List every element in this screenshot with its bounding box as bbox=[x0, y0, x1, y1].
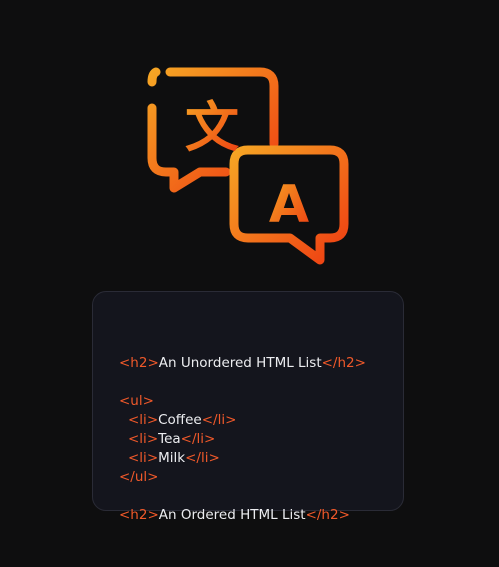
code-line: <li>Milk</li> bbox=[119, 449, 403, 468]
code-text: Milk bbox=[158, 450, 186, 466]
code-line: </ul> bbox=[119, 468, 403, 487]
code-text: An Ordered HTML List bbox=[158, 507, 306, 523]
code-line: <h2>An Ordered HTML List</h2> bbox=[119, 506, 403, 525]
code-block: <h2>An Unordered HTML List</h2> <ul> <li>… bbox=[119, 354, 403, 525]
code-close-tag: </li> bbox=[201, 412, 237, 428]
code-close-tag: </li> bbox=[180, 431, 216, 447]
code-open-tag: <ul> bbox=[119, 393, 154, 409]
code-line: <ul> bbox=[119, 392, 403, 411]
stage: 文 A <h2>An Unordered HTML List</h2> <ul>… bbox=[0, 0, 499, 567]
glyph-bottom: A bbox=[269, 175, 309, 235]
code-close-tag: </li> bbox=[185, 450, 220, 466]
code-open-tag: <li> bbox=[128, 412, 159, 428]
code-close-tag: </h2> bbox=[305, 507, 350, 523]
code-text: An Unordered HTML List bbox=[158, 355, 322, 371]
code-open-tag: <li> bbox=[128, 431, 159, 447]
code-card: <h2>An Unordered HTML List</h2> <ul> <li>… bbox=[92, 291, 404, 523]
code-text: Coffee bbox=[158, 412, 202, 428]
code-close-tag: </h2> bbox=[321, 355, 366, 371]
code-line: <li>Coffee</li> bbox=[119, 411, 403, 430]
code-open-tag: </ul> bbox=[119, 469, 159, 485]
code-open-tag: <h2> bbox=[119, 507, 159, 523]
translate-icon: 文 A bbox=[147, 67, 349, 265]
code-open-tag: <h2> bbox=[119, 355, 159, 371]
code-line: <h2>An Unordered HTML List</h2> bbox=[119, 354, 403, 373]
code-line: <li>Tea</li> bbox=[119, 430, 403, 449]
code-open-tag: <li> bbox=[128, 450, 159, 466]
code-text: Tea bbox=[158, 431, 181, 447]
glyph-top: 文 bbox=[185, 96, 239, 159]
